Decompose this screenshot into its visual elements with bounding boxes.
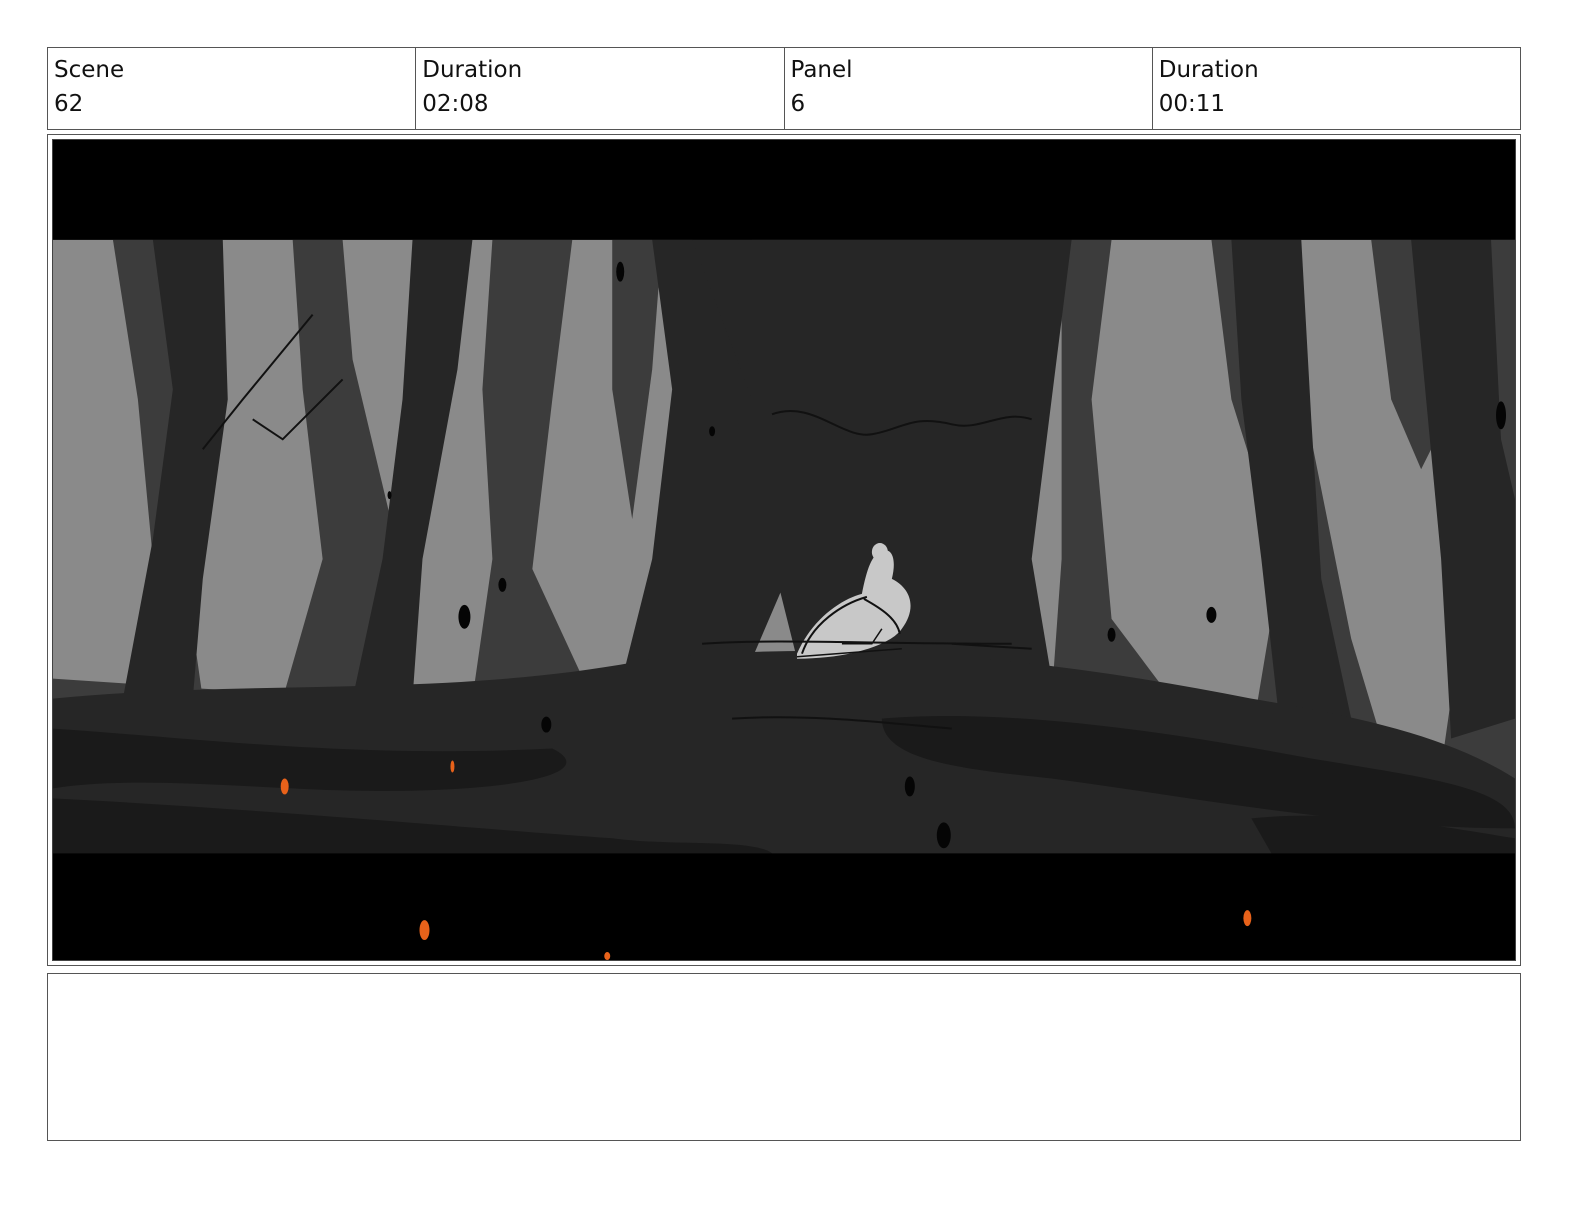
scene-duration-cell: Duration 02:08 xyxy=(416,48,785,129)
scene-label: Scene xyxy=(54,57,125,83)
panel-value: 6 xyxy=(790,91,806,117)
panel-duration-cell: Duration 00:11 xyxy=(1153,48,1520,129)
panel-duration-label: Duration xyxy=(1158,57,1259,83)
storyboard-panel xyxy=(47,134,1521,966)
panel-duration-value: 00:11 xyxy=(1158,91,1226,117)
letterbox-top xyxy=(53,140,1515,240)
panel-artwork xyxy=(52,139,1516,961)
scene-value: 62 xyxy=(54,91,84,117)
scene-duration-value: 02:08 xyxy=(422,91,489,117)
letterbox-bottom xyxy=(53,853,1515,960)
panel-label: Panel xyxy=(790,57,853,83)
scene-cell: Scene 62 xyxy=(48,48,417,129)
storyboard-page: Scene 62 Duration 02:08 Panel 6 Duration… xyxy=(0,0,1584,1224)
panel-info-table: Scene 62 Duration 02:08 Panel 6 Duration… xyxy=(47,47,1521,130)
panel-cell: Panel 6 xyxy=(785,48,1153,129)
panel-notes[interactable] xyxy=(47,973,1521,1141)
scene-duration-label: Duration xyxy=(422,57,523,83)
